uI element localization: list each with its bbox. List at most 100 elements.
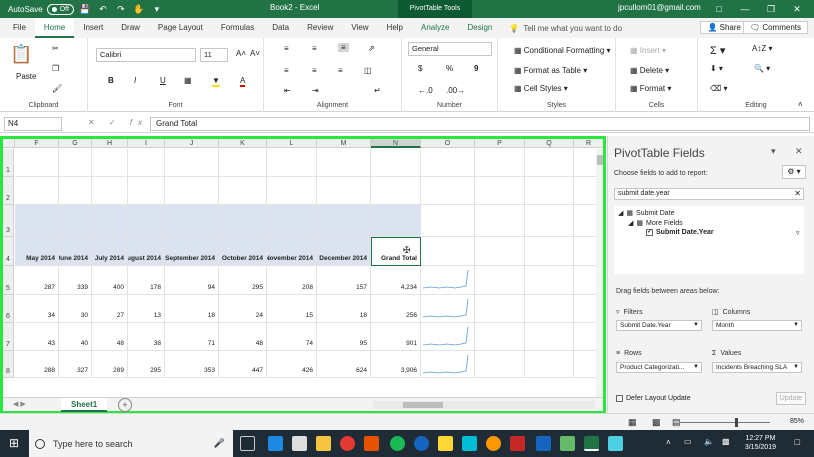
merge-center-icon[interactable]: ◫ bbox=[364, 66, 372, 75]
sort-filter-icon[interactable]: A↕Z ▾ bbox=[752, 44, 772, 53]
sheet-tab[interactable]: Sheet1 bbox=[61, 398, 108, 412]
comma-style-icon[interactable]: 9 bbox=[474, 64, 478, 73]
grid-cell[interactable] bbox=[475, 266, 525, 295]
zoom-slider-thumb[interactable] bbox=[735, 418, 738, 427]
grid-cell[interactable] bbox=[59, 177, 92, 205]
grid-cell[interactable] bbox=[475, 149, 525, 177]
grid-cell[interactable] bbox=[475, 295, 525, 323]
find-select-icon[interactable]: 🔍 ▾ bbox=[754, 64, 770, 73]
increase-indent-icon[interactable]: ⇥ bbox=[312, 86, 319, 95]
grid-cell[interactable]: 40 bbox=[59, 323, 92, 351]
field-search-input[interactable]: submit date.year ✕ bbox=[614, 188, 804, 200]
grid-cell[interactable] bbox=[219, 205, 267, 237]
grid-cell[interactable] bbox=[219, 149, 267, 177]
grid-cell[interactable]: 178 bbox=[128, 266, 165, 295]
insert-cells-button[interactable]: ▦ Insert ▾ bbox=[630, 46, 666, 55]
grid-cell[interactable]: 38 bbox=[128, 323, 165, 351]
row-header[interactable]: 1 bbox=[3, 149, 14, 177]
grid-cell[interactable]: 95 bbox=[317, 323, 371, 351]
column-header[interactable]: N bbox=[371, 139, 421, 148]
grid-cell[interactable] bbox=[475, 351, 525, 378]
grid-cell[interactable]: July 2014 bbox=[92, 237, 128, 266]
grid-cell[interactable] bbox=[525, 295, 574, 323]
font-name-select[interactable]: Calibri bbox=[96, 48, 196, 62]
sparkline[interactable] bbox=[421, 295, 475, 323]
grid-cell[interactable] bbox=[165, 205, 219, 237]
shrink-font-icon[interactable]: A˅ bbox=[250, 49, 260, 58]
column-header[interactable]: F bbox=[15, 139, 59, 148]
grid-cell[interactable] bbox=[525, 351, 574, 378]
grid-cell[interactable] bbox=[421, 205, 475, 237]
touch-mode-icon[interactable]: ✋ bbox=[132, 4, 146, 15]
values-field-dropdown[interactable]: Incidents Breaching SLA ▼ bbox=[712, 362, 802, 373]
grid-cell[interactable]: 208 bbox=[267, 266, 317, 295]
excel-icon[interactable] bbox=[584, 436, 599, 451]
sparkline[interactable] bbox=[421, 323, 475, 351]
grid-cell[interactable] bbox=[267, 149, 317, 177]
grid-cell[interactable]: 447 bbox=[219, 351, 267, 378]
restore-icon[interactable]: ❐ bbox=[758, 4, 784, 15]
grid-cell[interactable] bbox=[525, 205, 574, 237]
align-middle-icon[interactable]: ≡ bbox=[312, 44, 317, 53]
worksheet-area[interactable]: F G H I J K L M N O P Q R 1 2 3 4 May 2014 June 2014 July 2… bbox=[0, 136, 606, 413]
column-header[interactable]: P bbox=[475, 139, 525, 148]
filters-field-dropdown[interactable]: Submit Date.Year ▼ bbox=[616, 320, 702, 331]
row-header[interactable]: 7 bbox=[3, 323, 14, 351]
redo-icon[interactable]: ↷ bbox=[114, 4, 128, 15]
align-right-icon[interactable]: ≡ bbox=[338, 66, 343, 75]
grid-cell[interactable]: December 2014 bbox=[317, 237, 371, 266]
italic-icon[interactable]: I bbox=[134, 76, 136, 85]
grid-cell[interactable] bbox=[267, 205, 317, 237]
grid-cell[interactable] bbox=[317, 177, 371, 205]
comments-button[interactable]: 🗨 Comments bbox=[742, 21, 808, 34]
zoom-slider[interactable] bbox=[680, 422, 770, 423]
grid-cell[interactable]: 71 bbox=[165, 323, 219, 351]
language-icon[interactable]: ▩ bbox=[722, 437, 730, 446]
field-tree-more-fields[interactable]: ◢ ▦ More Fields bbox=[628, 219, 683, 228]
grid-cell[interactable]: September 2014 bbox=[165, 237, 219, 266]
defer-layout-update[interactable]: Defer Layout Update bbox=[616, 395, 691, 402]
grid-cell[interactable] bbox=[371, 149, 421, 177]
tab-review[interactable]: Review bbox=[298, 18, 342, 38]
clear-search-icon[interactable]: ✕ bbox=[794, 189, 801, 199]
decrease-indent-icon[interactable]: ⇤ bbox=[284, 86, 291, 95]
grid-cell[interactable] bbox=[525, 237, 574, 266]
conditional-formatting-button[interactable]: ▦ Conditional Formatting ▾ bbox=[514, 46, 611, 55]
edge-icon[interactable] bbox=[268, 436, 283, 451]
tab-data[interactable]: Data bbox=[263, 18, 298, 38]
tab-help[interactable]: Help bbox=[378, 18, 412, 38]
grid-cell[interactable]: 34 bbox=[15, 295, 59, 323]
app-icon-6[interactable] bbox=[510, 436, 525, 451]
font-color-icon[interactable]: A bbox=[240, 76, 246, 87]
grid-cell[interactable]: 295 bbox=[219, 266, 267, 295]
grid-cell[interactable] bbox=[92, 205, 128, 237]
wrap-text-icon[interactable]: ↵ bbox=[374, 86, 381, 95]
row-header[interactable]: 5 bbox=[3, 266, 14, 295]
grid-cell[interactable] bbox=[421, 149, 475, 177]
grid-cell[interactable] bbox=[421, 177, 475, 205]
autosave-toggle[interactable]: Off bbox=[46, 3, 74, 15]
paste-button[interactable]: Paste bbox=[16, 72, 36, 81]
grid-cell[interactable] bbox=[128, 177, 165, 205]
grid-cell[interactable] bbox=[317, 149, 371, 177]
grid-cell[interactable]: 353 bbox=[165, 351, 219, 378]
column-header[interactable]: M bbox=[317, 139, 371, 148]
grid-cell[interactable] bbox=[475, 323, 525, 351]
rows-field-dropdown[interactable]: Product Categorizati... ▼ bbox=[616, 362, 702, 373]
field-submit-date-year[interactable]: ✓ Submit Date.Year bbox=[646, 229, 714, 236]
column-header[interactable]: H bbox=[92, 139, 128, 148]
sparkline[interactable] bbox=[421, 351, 475, 378]
close-icon[interactable]: ✕ bbox=[784, 4, 810, 15]
undo-icon[interactable]: ↶ bbox=[96, 4, 110, 15]
grid-cell[interactable] bbox=[317, 205, 371, 237]
update-button[interactable]: Update bbox=[776, 392, 806, 405]
currency-icon[interactable]: $ bbox=[418, 64, 422, 73]
zoom-level[interactable]: 85% bbox=[790, 418, 804, 425]
grid-cell[interactable]: 4,234 bbox=[371, 266, 421, 295]
format-painter-icon[interactable]: 🖌 bbox=[52, 84, 62, 93]
save-icon[interactable]: 💾 bbox=[78, 4, 92, 15]
grid-cell[interactable] bbox=[525, 177, 574, 205]
column-header[interactable]: O bbox=[421, 139, 475, 148]
grid-cell[interactable]: 24 bbox=[219, 295, 267, 323]
increase-decimal-icon[interactable]: ←.0 bbox=[418, 86, 433, 95]
